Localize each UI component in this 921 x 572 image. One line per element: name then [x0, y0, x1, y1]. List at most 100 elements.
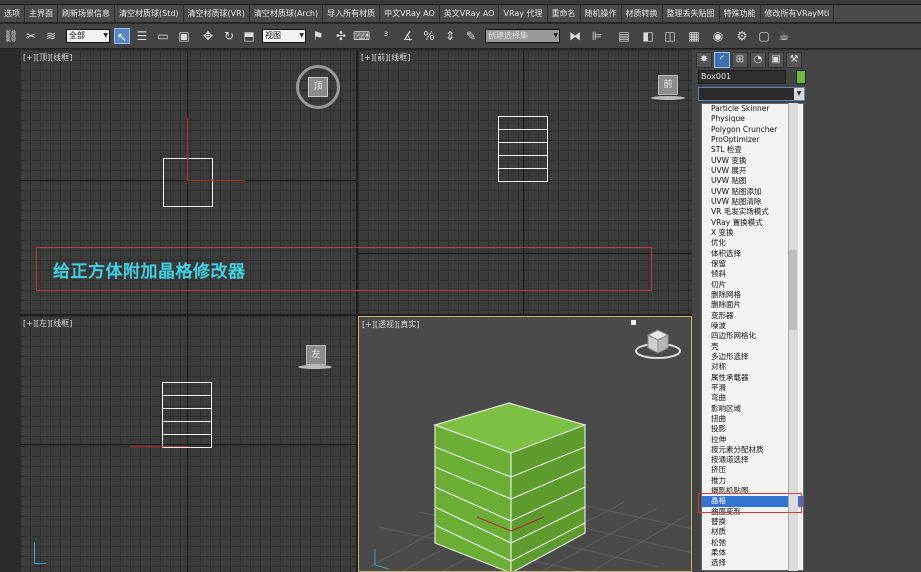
command-bar-item[interactable]: 清空材质球(Arch) [250, 5, 324, 22]
command-panel-tabs: ✸ ◜ ⊞ ◔ ▣ ⚒ [696, 52, 802, 68]
lattice-segment [499, 129, 547, 130]
lattice-segment [163, 421, 211, 422]
viewcube-icon[interactable]: 前 [658, 75, 678, 95]
viewport-perspective[interactable]: [+][透视][真实] [358, 316, 692, 572]
select-object-icon[interactable]: ↖ [114, 28, 130, 44]
lattice-segment [499, 168, 547, 169]
custom-command-bar: 选项 主界面 刷新场景信息 清空材质球(Std) 清空材质球(VR) 清空材质球(Arch… [0, 5, 921, 23]
lattice-segment [499, 142, 547, 143]
hierarchy-tab-icon[interactable]: ⊞ [732, 52, 748, 68]
box-top-view [163, 158, 213, 207]
command-bar-item[interactable]: 重命名 [548, 5, 581, 22]
utilities-tab-icon[interactable]: ⚒ [786, 52, 802, 68]
command-bar-item[interactable]: 随机操作 [581, 5, 622, 22]
schematic-view-icon[interactable]: ▦ [686, 28, 702, 44]
command-bar-item[interactable]: 整理丢失贴图 [663, 5, 720, 22]
named-selection-value: 创建选择集 [488, 31, 528, 40]
viewcube-icon[interactable]: 顶 [308, 77, 328, 97]
rotate-icon[interactable]: ↻ [221, 28, 237, 44]
modifier-list-dropdown[interactable]: ▼ [698, 87, 805, 101]
scale-icon[interactable]: ⬒ [241, 28, 257, 44]
lattice-box [433, 402, 587, 571]
selection-filter-dropdown[interactable]: 全部 [66, 29, 110, 43]
command-bar-item[interactable]: 修改所有VRayMtl [761, 5, 835, 22]
keyboard-shortcut-icon[interactable]: ⌨ [353, 28, 370, 44]
snap-toggle-icon[interactable]: ³ [378, 28, 394, 44]
render-production-icon[interactable]: ☕ [776, 28, 792, 44]
viewport-label[interactable]: [+][左][线框] [23, 318, 72, 329]
mirror-icon[interactable]: ⧓ [567, 28, 583, 44]
object-color-swatch[interactable] [796, 70, 806, 84]
command-bar-item[interactable]: 中文VRay AO [380, 5, 440, 22]
selected-modifier-highlight [698, 493, 802, 513]
command-bar-item[interactable]: 主界面 [25, 5, 58, 22]
material-editor-icon[interactable]: ◉ [710, 28, 726, 44]
curve-editor-icon[interactable]: ◫ [662, 28, 678, 44]
spinner-snap-icon[interactable]: ⇕ [442, 28, 458, 44]
viewcube-3d[interactable] [635, 329, 681, 359]
command-bar-item[interactable]: 英文VRay AO [440, 5, 500, 22]
reference-coordinate-dropdown[interactable]: 视图 [262, 29, 306, 43]
window-crossing-icon[interactable]: ▣ [176, 28, 192, 44]
align-icon[interactable]: ⊫ [589, 28, 605, 44]
select-by-name-icon[interactable]: ☰ [134, 28, 150, 44]
grid-axis-red [187, 180, 245, 181]
chevron-down-icon[interactable]: ▼ [794, 88, 804, 100]
lattice-segment [163, 395, 211, 396]
viewport-label[interactable]: [+][顶][线框] [23, 52, 72, 63]
reference-coordinate-value: 视图 [265, 31, 281, 40]
link-icon[interactable]: ⛓ [3, 28, 19, 44]
viewcube-face-label: 左 [311, 350, 321, 360]
selection-filter-value: 全部 [69, 31, 85, 40]
box-front-view [498, 116, 548, 182]
lattice-segment [499, 155, 547, 156]
rectangular-selection-icon[interactable]: ▭ [155, 28, 171, 44]
viewcube-ring [298, 365, 332, 369]
command-bar-item[interactable]: 刷新场景信息 [58, 5, 115, 22]
modify-tab-icon[interactable]: ◜ [714, 52, 730, 68]
viewport-area: [+][顶][线框] 顶 [+][前][线框] 前 [+][左][线框] 左 [… [20, 50, 692, 572]
command-bar-item[interactable]: 选项 [0, 5, 25, 22]
viewport-label[interactable]: [+][前][线框] [361, 52, 410, 63]
scrollbar-thumb[interactable] [789, 250, 797, 330]
command-bar-item[interactable]: VRay 代理 [499, 5, 548, 22]
unlink-icon[interactable]: ✂ [23, 28, 39, 44]
motion-tab-icon[interactable]: ◔ [750, 52, 766, 68]
lattice-segment [163, 408, 211, 409]
viewcube-face-label: 顶 [313, 82, 323, 92]
viewport-left[interactable]: [+][左][线框] 左 [20, 316, 356, 572]
axis-tripod-icon [34, 542, 46, 564]
axis-tripod-icon [374, 549, 390, 570]
command-bar-item[interactable]: 清空材质球(Std) [115, 5, 184, 22]
perspective-scene [368, 329, 691, 571]
command-bar-item[interactable]: 清空材质球(VR) [184, 5, 250, 22]
box-left-view [162, 382, 212, 448]
rendered-frame-icon[interactable]: ▢ [756, 28, 772, 44]
display-tab-icon[interactable]: ▣ [768, 52, 784, 68]
viewcube-ring [651, 96, 685, 100]
create-tab-icon[interactable]: ✸ [696, 52, 712, 68]
object-name-field[interactable]: Box001 [698, 70, 786, 84]
lattice-segment [163, 434, 211, 435]
percent-snap-icon[interactable]: % [421, 28, 437, 44]
graphite-tools-icon[interactable]: ◧ [640, 28, 656, 44]
select-manipulate-icon[interactable]: ✣ [333, 28, 349, 44]
object-name-value: Box001 [701, 72, 732, 81]
angle-snap-icon[interactable]: ∡ [400, 28, 416, 44]
pivot-center-icon[interactable]: ⚑ [310, 28, 326, 44]
layer-manager-icon[interactable]: ▤ [616, 28, 632, 44]
command-bar-item[interactable]: 特殊功能 [720, 5, 761, 22]
lock-icon[interactable] [631, 320, 636, 325]
viewcube-icon[interactable]: 左 [306, 345, 326, 365]
edit-named-selection-icon[interactable]: ✎ [463, 28, 479, 44]
named-selection-dropdown[interactable]: 创建选择集 [485, 29, 560, 43]
annotation-text: 给正方体附加晶格修改器 [53, 262, 246, 282]
viewcube-face-label: 前 [663, 80, 673, 90]
main-toolbar: ⛓ ✂ ≋ 全部 ↖ ☰ ▭ ▣ ✥ ↻ ⬒ 视图 ⚑ ✣ ⌨ ³ ∡ % ⇕ … [0, 24, 921, 49]
command-bar-item[interactable]: 导入所有材质 [323, 5, 381, 22]
render-setup-icon[interactable]: ⚙ [734, 28, 750, 44]
move-icon[interactable]: ✥ [200, 28, 216, 44]
command-bar-item[interactable]: 材质转换 [622, 5, 663, 22]
grid-axis-red [130, 446, 188, 447]
bind-space-warp-icon[interactable]: ≋ [43, 28, 59, 44]
